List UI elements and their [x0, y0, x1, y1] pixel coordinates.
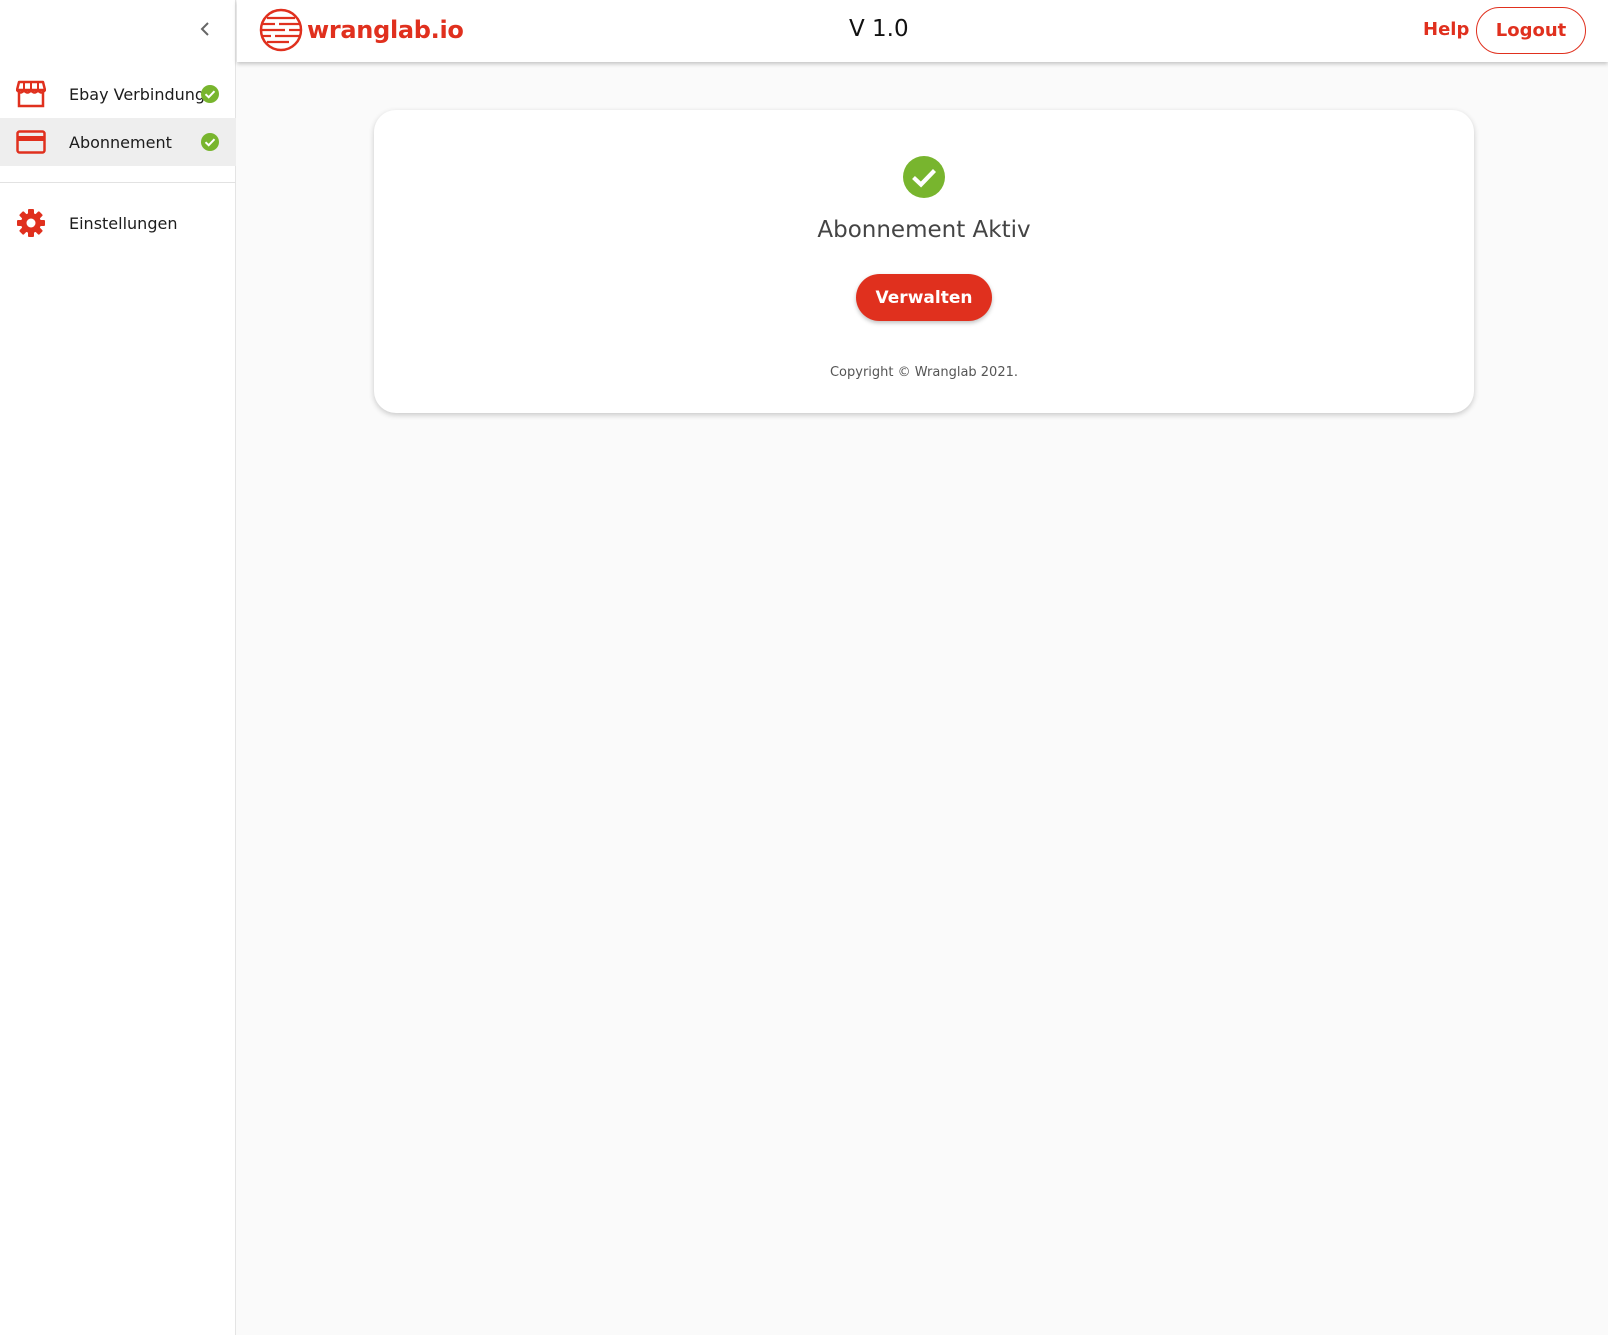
sidebar-item-label: Abonnement	[69, 132, 172, 152]
version-label: V 1.0	[849, 16, 909, 42]
sidebar-item-einstellungen[interactable]: Einstellungen	[0, 199, 236, 247]
gear-icon	[16, 208, 46, 238]
sidebar-item-label: Einstellungen	[69, 213, 178, 233]
manage-subscription-button[interactable]: Verwalten	[856, 274, 992, 321]
check-circle-icon	[201, 133, 219, 151]
top-bar: wranglab.io V 1.0 Help Logout	[237, 0, 1608, 62]
logo-text: wranglab.io	[307, 16, 464, 44]
check-circle-icon	[201, 85, 219, 103]
copyright-text: Copyright © Wranglab 2021.	[829, 365, 1019, 380]
sidebar-item-label: Ebay Verbindung	[69, 84, 206, 104]
help-link[interactable]: Help	[1423, 19, 1469, 40]
logout-button[interactable]: Logout	[1476, 7, 1586, 54]
sidebar-nav: Ebay Verbindung Abonnement Einstellungen	[0, 70, 236, 247]
check-circle-icon	[903, 156, 945, 198]
logo-globe-icon	[259, 8, 303, 52]
chevron-left-icon	[200, 22, 209, 36]
sidebar-item-abonnement[interactable]: Abonnement	[0, 118, 236, 166]
store-icon	[16, 79, 46, 109]
sidebar-divider	[0, 182, 236, 183]
sidebar: Ebay Verbindung Abonnement Einstellungen	[0, 0, 236, 1335]
subscription-card: Abonnement Aktiv Verwalten Copyright © W…	[374, 110, 1474, 413]
collapse-sidebar-button[interactable]	[192, 16, 218, 42]
logo[interactable]: wranglab.io	[259, 7, 464, 53]
subscription-status-title: Abonnement Aktiv	[817, 217, 1031, 243]
sidebar-item-ebay-verbindung[interactable]: Ebay Verbindung	[0, 70, 236, 118]
credit-card-icon	[16, 127, 46, 157]
